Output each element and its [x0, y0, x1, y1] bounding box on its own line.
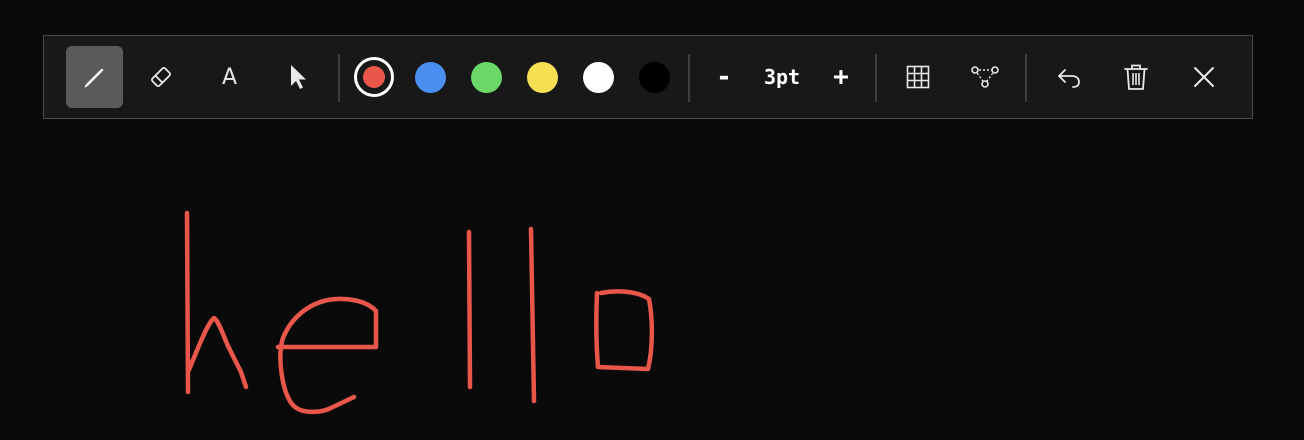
drawing-canvas[interactable]: A - 3pt + [0, 0, 1304, 440]
ink-stroke-h [184, 210, 249, 395]
ink-stroke-o [594, 289, 655, 372]
ink-stroke-l2 [528, 226, 537, 404]
ink-stroke-l1 [466, 229, 473, 390]
ink-stroke-e [275, 296, 379, 415]
ink-strokes [184, 210, 655, 415]
